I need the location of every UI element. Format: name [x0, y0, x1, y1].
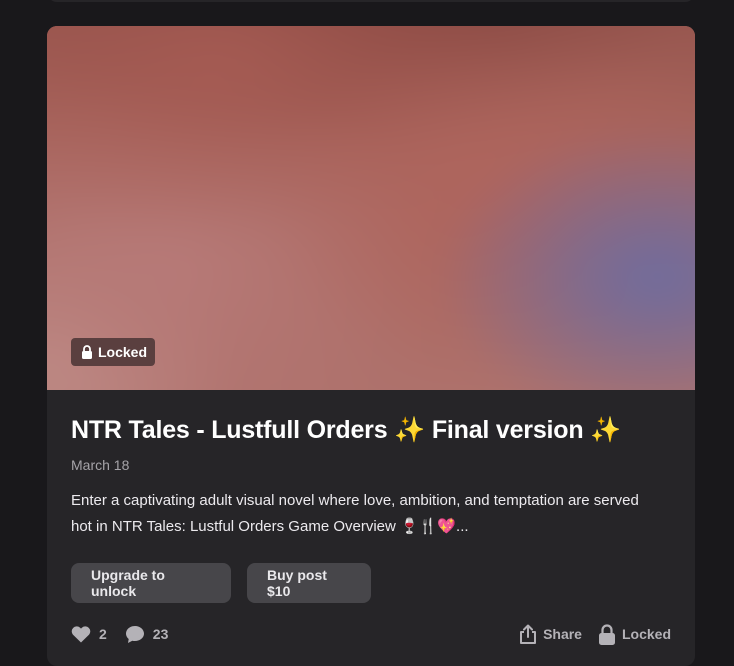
post-card[interactable]: Locked NTR Tales - Lustfull Orders ✨ Fin… — [47, 26, 695, 666]
lock-icon — [598, 623, 615, 645]
previous-post-card-edge — [47, 0, 695, 2]
post-excerpt: Enter a captivating adult visual novel w… — [71, 492, 639, 535]
share-button[interactable]: Share — [519, 624, 582, 644]
post-actions: Upgrade to unlock Buy post $10 — [71, 563, 671, 603]
heart-icon — [71, 626, 91, 643]
comments-button[interactable]: 23 — [125, 625, 169, 644]
blurred-cover-image — [47, 26, 695, 390]
post-footer: 2 23 Share Locked — [71, 620, 671, 648]
like-button[interactable]: 2 — [71, 625, 107, 643]
buy-post-button[interactable]: Buy post $10 — [247, 563, 371, 603]
upgrade-to-unlock-button[interactable]: Upgrade to unlock — [71, 563, 231, 603]
likes-count: 2 — [99, 626, 107, 642]
share-icon — [520, 624, 537, 644]
lock-icon — [82, 345, 92, 359]
comment-icon — [125, 625, 144, 643]
post-date: March 18 — [71, 457, 130, 473]
locked-status: Locked — [598, 623, 671, 645]
locked-label: Locked — [621, 626, 671, 642]
comments-count: 23 — [152, 626, 169, 642]
share-label: Share — [543, 626, 582, 642]
locked-badge: Locked — [71, 338, 156, 366]
locked-badge-label: Locked — [98, 344, 148, 360]
post-title[interactable]: NTR Tales - Lustfull Orders ✨ Final vers… — [71, 414, 671, 446]
post-cover-image[interactable]: Locked — [47, 26, 695, 390]
